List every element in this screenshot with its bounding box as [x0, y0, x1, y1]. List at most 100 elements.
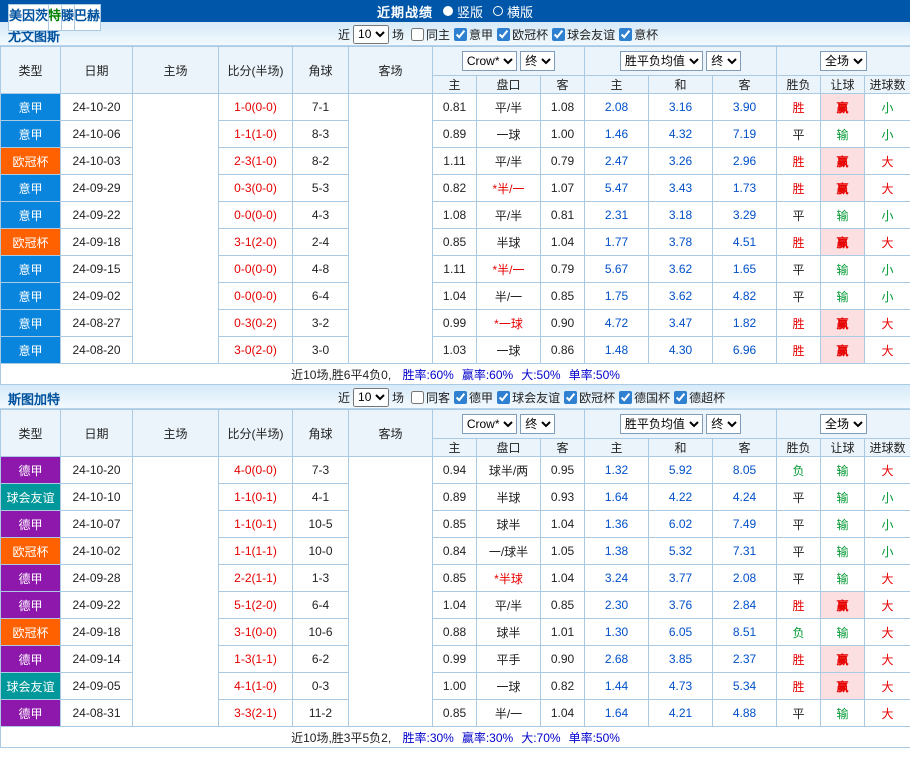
result-cell: 平: [777, 511, 821, 538]
goals-cell: 小: [865, 94, 910, 121]
checkbox-意甲[interactable]: [454, 28, 467, 41]
league-cell: 意甲: [1, 256, 61, 283]
col-result: 胜负: [777, 439, 821, 457]
filter-checkbox-group: 同客德甲球会友谊欧冠杯德国杯德超杯: [407, 389, 725, 406]
checkbox-同主[interactable]: [411, 28, 424, 41]
filter-checkbox-意杯[interactable]: 意杯: [619, 26, 658, 43]
match-count-select[interactable]: 10: [353, 388, 389, 407]
odds-final-select[interactable]: 终: [520, 51, 555, 71]
checkbox-球会友谊[interactable]: [497, 391, 510, 404]
col-avg-draw: 和: [649, 76, 713, 94]
home-odds-cell: 0.84: [433, 538, 477, 565]
summary-cell: 近10场,胜3平5负2, 胜率:30%赢率:30%大:70%单率:50%: [1, 727, 910, 748]
goals-cell: 小: [865, 256, 910, 283]
avg-home-cell: 1.44: [585, 673, 649, 700]
checkbox-德超杯[interactable]: [674, 391, 687, 404]
result-cell: 胜: [777, 148, 821, 175]
avg-home-cell: 1.32: [585, 457, 649, 484]
avg-source-select[interactable]: 胜平负均值: [620, 414, 703, 434]
home-odds-cell: 0.99: [433, 310, 477, 337]
avg-home-cell: 2.31: [585, 202, 649, 229]
away-odds-cell: 0.81: [541, 202, 585, 229]
avg-draw-cell: 3.47: [649, 310, 713, 337]
filter-checkbox-意甲[interactable]: 意甲: [454, 26, 493, 43]
summary-stat: 大:70%: [521, 731, 560, 745]
filter-checkbox-球会友谊[interactable]: 球会友谊: [497, 389, 560, 406]
date-cell: 24-09-22: [61, 202, 133, 229]
filter-checkbox-欧冠杯[interactable]: 欧冠杯: [497, 26, 548, 43]
league-cell: 意甲: [1, 283, 61, 310]
goals-cell: 大: [865, 673, 910, 700]
checkbox-球会友谊[interactable]: [552, 28, 565, 41]
page: 近期战绩 竖版 横版 尤文图斯 近 10 场 同主意甲欧冠杯球会友谊意杯: [0, 0, 910, 759]
layout-option-horizontal[interactable]: 横版: [493, 2, 533, 21]
away-odds-cell: 0.79: [541, 148, 585, 175]
corner-cell: 5-3: [293, 175, 349, 202]
avg-draw-cell: 3.76: [649, 592, 713, 619]
summary-stat: 胜率:30%: [402, 731, 453, 745]
match-row: 德甲24-10-07斯图加特1-1(0-1)10-5霍芬海姆0.85球半1.04…: [1, 511, 910, 538]
avg-final-select[interactable]: 终: [706, 51, 741, 71]
result-cell: 胜: [777, 229, 821, 256]
odds-final-select[interactable]: 终: [520, 414, 555, 434]
handicap-result-cell: 赢: [821, 94, 865, 121]
checkbox-德国杯[interactable]: [619, 391, 632, 404]
checkbox-意杯[interactable]: [619, 28, 632, 41]
handicap-cell: *半/一: [477, 175, 541, 202]
avg-home-cell: 1.30: [585, 619, 649, 646]
summary-stat: 单率:50%: [569, 731, 620, 745]
matches-tbody: 意甲24-10-20尤文图斯1-0(0-0)7-1拉齐奥10.81平/半1.08…: [1, 94, 910, 385]
handicap-result-cell: 输: [821, 256, 865, 283]
goals-cell: 大: [865, 310, 910, 337]
filter-checkbox-德甲[interactable]: 德甲: [454, 389, 493, 406]
score-cell: 3-3(2-1): [219, 700, 293, 727]
filter-checkbox-欧冠杯[interactable]: 欧冠杯: [564, 389, 615, 406]
handicap-cell: 球半: [477, 619, 541, 646]
filter-checkbox-球会友谊[interactable]: 球会友谊: [552, 26, 615, 43]
col-avg-draw: 和: [649, 439, 713, 457]
league-cell: 德甲: [1, 457, 61, 484]
avg-final-select[interactable]: 终: [706, 414, 741, 434]
odds-source-select[interactable]: Crow*: [462, 51, 517, 71]
layout-option-vertical[interactable]: 竖版: [443, 2, 483, 21]
checkbox-欧冠杯[interactable]: [564, 391, 577, 404]
handicap-cell: 一球: [477, 673, 541, 700]
matches-tbody: 德甲24-10-20拜仁慕尼黑4-0(0-0)7-3斯图加特0.94球半/两0.…: [1, 457, 910, 748]
avg-source-select[interactable]: 胜平负均值: [620, 51, 703, 71]
date-cell: 24-09-29: [61, 175, 133, 202]
handicap-result-cell: 赢: [821, 673, 865, 700]
scope-select[interactable]: 全场: [820, 414, 867, 434]
checkbox-德甲[interactable]: [454, 391, 467, 404]
checkbox-同客[interactable]: [411, 391, 424, 404]
match-row: 德甲24-09-28沃尔夫斯堡2-2(1-1)1-3斯图加特10.85*半球1.…: [1, 565, 910, 592]
score-cell: 0-0(0-0): [219, 283, 293, 310]
scope-select[interactable]: 全场: [820, 51, 867, 71]
handicap-result-cell: 赢: [821, 310, 865, 337]
col-corner: 角球: [293, 47, 349, 94]
league-cell: 德甲: [1, 646, 61, 673]
match-count-select[interactable]: 10: [353, 25, 389, 44]
summary-stat: 胜率:60%: [402, 368, 453, 382]
date-cell: 24-08-20: [61, 337, 133, 364]
avg-draw-cell: 4.32: [649, 121, 713, 148]
col-home: 主场: [133, 47, 219, 94]
handicap-result-cell: 赢: [821, 175, 865, 202]
filter-checkbox-德国杯[interactable]: 德国杯: [619, 389, 670, 406]
col-corner: 角球: [293, 410, 349, 457]
handicap-cell: 球半/两: [477, 457, 541, 484]
goals-cell: 小: [865, 538, 910, 565]
filter-checkbox-德超杯[interactable]: 德超杯: [674, 389, 725, 406]
filter-checkbox-同主[interactable]: 同主: [411, 26, 450, 43]
checkbox-欧冠杯[interactable]: [497, 28, 510, 41]
summary-cell: 近10场,胜6平4负0, 胜率:60%赢率:60%大:50%单率:50%: [1, 364, 910, 385]
page-title: 近期战绩: [377, 2, 433, 21]
corner-cell: 11-2: [293, 700, 349, 727]
avg-home-cell: 5.47: [585, 175, 649, 202]
date-cell: 24-09-15: [61, 256, 133, 283]
filter-checkbox-同客[interactable]: 同客: [411, 389, 450, 406]
odds-source-select[interactable]: Crow*: [462, 414, 517, 434]
handicap-result-cell: 输: [821, 484, 865, 511]
avg-draw-cell: 3.62: [649, 283, 713, 310]
score-cell: 3-0(2-0): [219, 337, 293, 364]
avg-draw-cell: 3.62: [649, 256, 713, 283]
